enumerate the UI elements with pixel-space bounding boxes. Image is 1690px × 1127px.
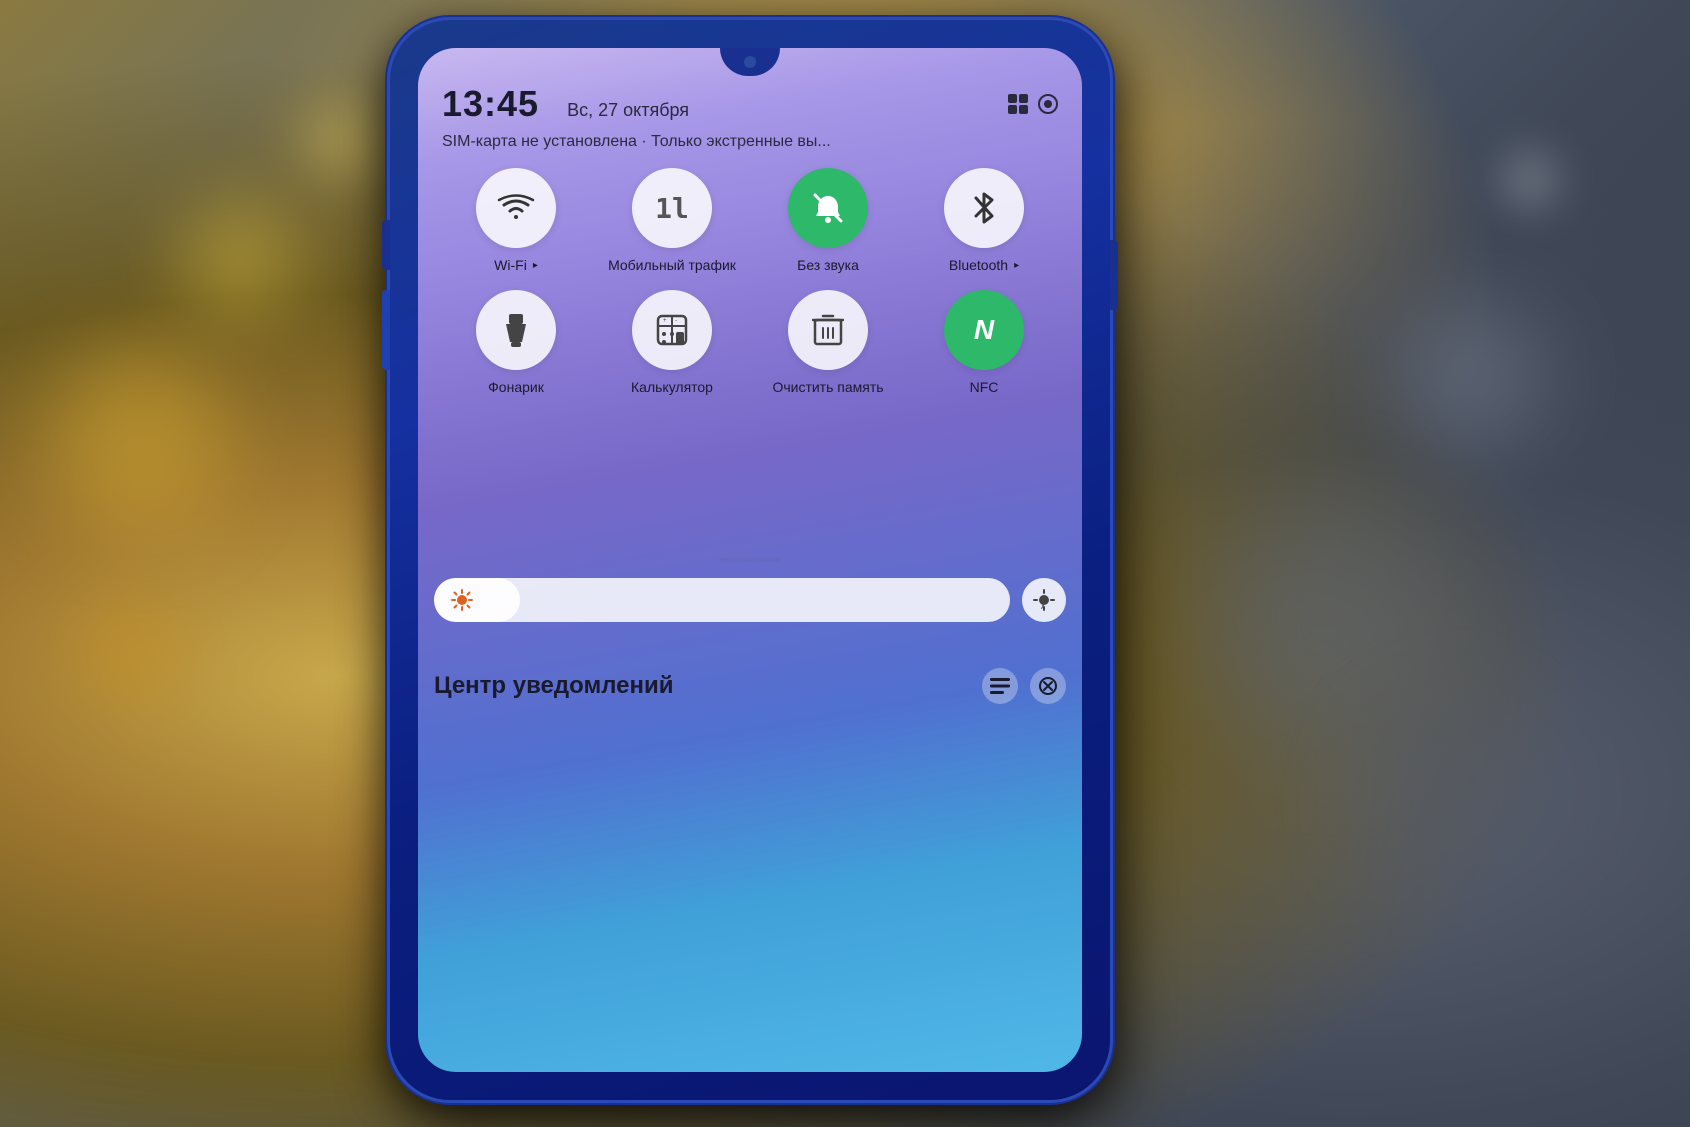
svg-text:+: + [663, 318, 667, 324]
auto-brightness-button[interactable]: A [1022, 578, 1066, 622]
silent-tile[interactable]: Без звука [754, 168, 902, 274]
mobile-icon-circle[interactable]: 1l [632, 168, 712, 248]
clear-memory-tile[interactable]: Очистить память [754, 290, 902, 396]
nfc-label: NFC [970, 378, 999, 396]
wifi-label: Wi-Fi [494, 256, 527, 274]
bluetooth-arrow: ▸ [1014, 260, 1019, 271]
notification-list-button[interactable] [982, 668, 1018, 704]
brightness-sun-icon [446, 584, 478, 616]
notification-center-title: Центр уведомлений [434, 672, 674, 700]
notification-actions [982, 668, 1066, 704]
mobile-tile[interactable]: 1l Мобильный трафик [598, 168, 746, 274]
phone-screen: 13:45 Вс, 27 октября SIM-карта не устано… [418, 48, 1082, 1072]
flashlight-icon-circle[interactable] [476, 290, 556, 370]
calculator-label: Калькулятор [631, 378, 713, 396]
calculator-icon-circle[interactable]: + - [632, 290, 712, 370]
wifi-arrow: ▸ [533, 260, 538, 271]
volume-down-button[interactable] [382, 290, 390, 370]
front-camera [744, 56, 756, 68]
svg-text:A: A [1041, 605, 1046, 611]
phone-notch [720, 48, 780, 76]
calculator-tile[interactable]: + - Калькулятор [598, 290, 746, 396]
grid-icon [1008, 94, 1028, 114]
sim-status-text: SIM-карта не установлена · Только экстре… [442, 133, 1058, 151]
screen-record-icon [1038, 94, 1058, 114]
phone: 13:45 Вс, 27 октября SIM-карта не устано… [390, 20, 1150, 1120]
bluetooth-icon-circle[interactable] [944, 168, 1024, 248]
flashlight-tile[interactable]: Фонарик [442, 290, 590, 396]
silent-icon-circle[interactable] [788, 168, 868, 248]
status-icons [1008, 94, 1058, 114]
wifi-tile[interactable]: Wi-Fi ▸ [442, 168, 590, 274]
quick-settings-panel: Wi-Fi ▸ 1l Мобильный трафик [434, 168, 1066, 412]
notification-center: Центр уведомлений [434, 668, 1066, 712]
bluetooth-tile[interactable]: Bluetooth ▸ [910, 168, 1058, 274]
time-display: 13:45 [442, 83, 539, 125]
nfc-n-letter: N [974, 314, 994, 346]
svg-text:-: - [675, 318, 677, 324]
silent-label: Без звука [797, 256, 859, 274]
quick-settings-row-2: Фонарик + - [434, 290, 1066, 396]
nfc-tile[interactable]: N NFC [910, 290, 1058, 396]
nfc-icon-circle[interactable]: N [944, 290, 1024, 370]
scroll-indicator [720, 558, 780, 562]
clear-memory-label: Очистить память [772, 378, 883, 396]
mobile-label: Мобильный трафик [608, 256, 736, 274]
phone-body: 13:45 Вс, 27 октября SIM-карта не устано… [390, 20, 1110, 1100]
bluetooth-label: Bluetooth [949, 256, 1008, 274]
brightness-row: A [434, 578, 1066, 622]
status-bar: 13:45 Вс, 27 октября [418, 83, 1082, 125]
brightness-slider[interactable] [434, 578, 1010, 622]
notification-header: Центр уведомлений [434, 668, 1066, 704]
date-display: Вс, 27 октября [567, 100, 689, 121]
power-button[interactable] [1110, 240, 1118, 310]
notification-clear-button[interactable] [1030, 668, 1066, 704]
clear-memory-icon-circle[interactable] [788, 290, 868, 370]
volume-up-button[interactable] [382, 220, 390, 270]
quick-settings-row-1: Wi-Fi ▸ 1l Мобильный трафик [434, 168, 1066, 274]
wifi-icon-circle[interactable] [476, 168, 556, 248]
flashlight-label: Фонарик [488, 378, 544, 396]
